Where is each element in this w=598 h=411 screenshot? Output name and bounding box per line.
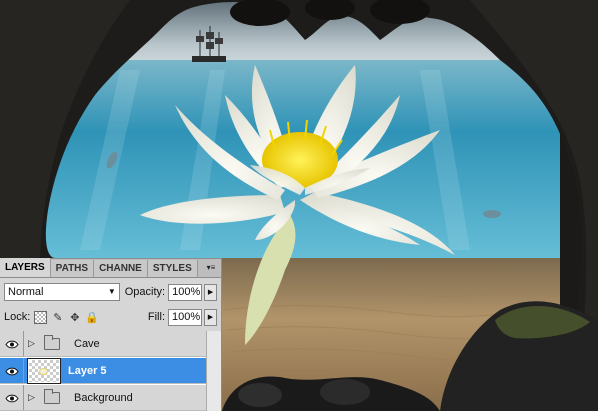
expand-triangle-icon[interactable]: ▷ [28,338,35,349]
lock-label: Lock: [4,311,31,323]
panel-tabs: LAYERS PATHS CHANNE STYLES ▾≡ [0,258,221,278]
layer-name: Layer 5 [68,365,107,377]
tab-layers[interactable]: LAYERS [0,258,51,277]
tab-channels[interactable]: CHANNE [94,260,148,277]
folder-icon [44,389,60,404]
tab-styles[interactable]: STYLES [147,260,198,277]
eye-icon[interactable] [3,385,21,411]
folder-icon [44,335,60,350]
layer-row-background[interactable]: ▷ Background [0,385,221,411]
blend-mode-value: Normal [8,286,44,298]
opacity-field[interactable]: 100% [168,283,203,301]
layers-list: ▷ Cave Layer 5 ▷ Background [0,331,221,411]
expand-triangle-icon[interactable]: ▷ [28,392,35,403]
layers-panel: LAYERS PATHS CHANNE STYLES ▾≡ Normal ▼ O… [0,258,222,411]
fill-label: Fill: [147,311,165,323]
layer-thumbnail [27,358,61,384]
fill-field[interactable]: 100% [168,308,202,326]
lock-pixels-icon[interactable]: ✎ [51,311,64,324]
blend-mode-dropdown[interactable]: Normal ▼ [4,283,120,301]
eye-icon[interactable] [3,331,21,357]
opacity-slider-button[interactable]: ▶ [204,283,217,301]
lock-position-icon[interactable]: ✥ [68,311,81,324]
layer-row-cave[interactable]: ▷ Cave [0,331,221,357]
tab-paths[interactable]: PATHS [50,260,95,277]
panel-menu-icon[interactable]: ▾≡ [203,262,219,274]
fill-slider-button[interactable]: ▶ [204,308,217,326]
layers-scrollbar[interactable] [206,331,221,411]
lock-transparency-icon[interactable] [34,310,48,324]
eye-icon[interactable] [3,358,21,384]
layer-row-layer-5[interactable]: Layer 5 [0,358,221,384]
opacity-label: Opacity: [124,286,166,298]
layer-name: Cave [74,338,100,350]
lock-all-icon[interactable]: 🔒 [85,311,99,324]
layer-name: Background [74,392,133,404]
chevron-down-icon: ▼ [107,287,116,296]
